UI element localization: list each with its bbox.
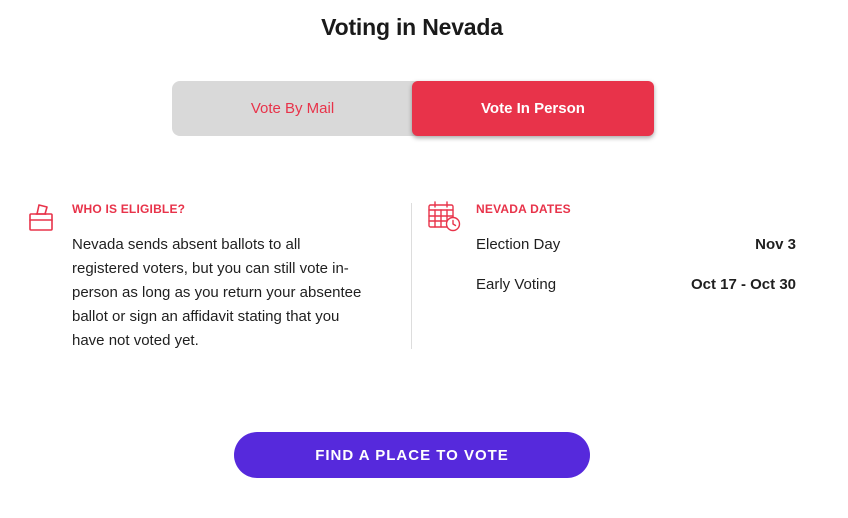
section-divider [411, 203, 412, 349]
tab-label: Vote By Mail [250, 100, 335, 117]
vote-method-toggle: Vote By Mail Vote In Person [172, 81, 654, 136]
dates-heading: NEVADA DATES [476, 202, 571, 216]
date-value: Oct 17 - Oct 30 [690, 275, 796, 293]
tab-vote-in-person[interactable]: Vote In Person [412, 81, 654, 136]
date-label: Election Day [476, 235, 561, 253]
find-place-to-vote-button[interactable]: FIND A PLACE TO VOTE [234, 432, 590, 478]
date-row-early-voting: Early Voting Oct 17 - Oct 30 [476, 272, 796, 296]
eligibility-heading: WHO IS ELIGIBLE? [72, 202, 186, 216]
ballot-box-icon [29, 204, 53, 231]
page-title: Voting in Nevada [321, 14, 503, 40]
tab-vote-by-mail[interactable]: Vote By Mail [172, 81, 413, 136]
calendar-clock-icon [428, 201, 461, 232]
date-value: Nov 3 [755, 235, 796, 253]
date-row-election-day: Election Day Nov 3 [476, 232, 796, 256]
eligibility-text: Nevada sends absent ballots to all regis… [72, 236, 362, 349]
voting-info-page: Voting in Nevada Vote By Mail Vote In Pe… [0, 0, 848, 518]
tab-label: Vote In Person [481, 100, 585, 117]
date-label: Early Voting [476, 275, 557, 293]
